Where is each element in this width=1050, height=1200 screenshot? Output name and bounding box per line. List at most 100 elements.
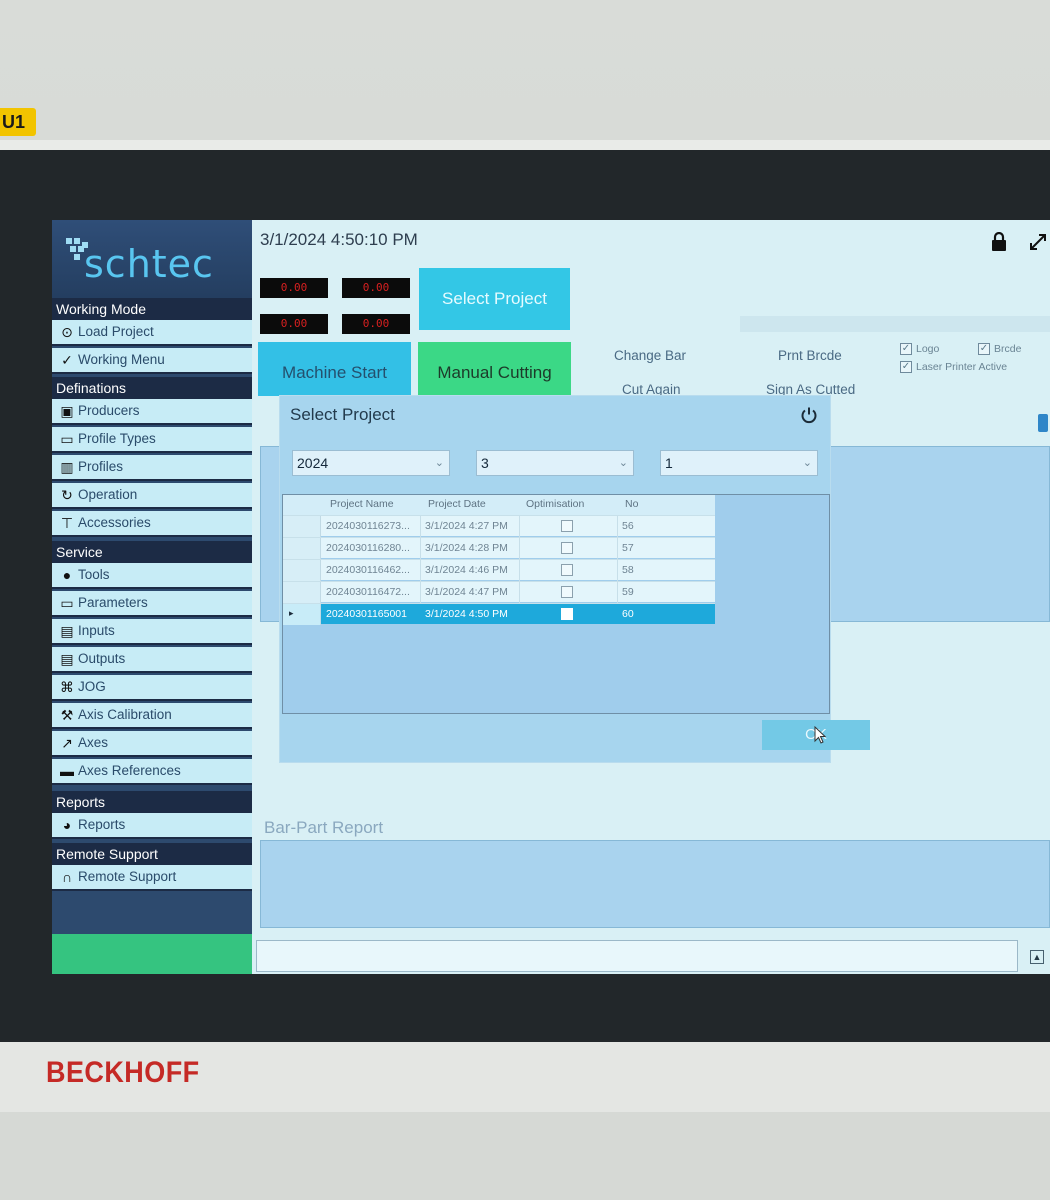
cell-project-name: 20240301165001 bbox=[326, 608, 407, 620]
sidebar: schtec Working Mode ⊙ Load Project ✓ Wor… bbox=[52, 220, 252, 974]
sidebar-item-profile-types[interactable]: ▭ Profile Types bbox=[52, 427, 252, 453]
sidebar-item-working-menu[interactable]: ✓ Working Menu bbox=[52, 348, 252, 374]
sidebar-item-label: Axes References bbox=[78, 763, 181, 778]
checkbox-box: ✓ bbox=[978, 342, 990, 355]
grid-header: Project Name Project Date Optimisation N… bbox=[283, 495, 715, 515]
optimisation-checkbox[interactable] bbox=[561, 586, 573, 598]
sidebar-item-label: Inputs bbox=[78, 623, 115, 638]
sidebar-item-label: Operation bbox=[78, 487, 138, 502]
table-row[interactable]: 2024030116462... 3/1/2024 4:46 PM 58 bbox=[283, 559, 715, 581]
list-icon: ▤ bbox=[60, 623, 74, 639]
sidebar-item-producers[interactable]: ▣ Producers bbox=[52, 399, 252, 425]
manual-cutting-button[interactable]: Manual Cutting bbox=[418, 342, 571, 396]
power-icon[interactable] bbox=[800, 406, 818, 424]
checkbox-label: Brcde bbox=[994, 342, 1022, 355]
checkbox-label: Laser Printer Active bbox=[916, 360, 1008, 373]
sidebar-item-axes-references[interactable]: ▬ Axes References bbox=[52, 759, 252, 785]
logo-checkbox[interactable]: ✓ Logo bbox=[900, 340, 939, 358]
change-bar-button[interactable]: Change Bar bbox=[614, 348, 686, 363]
optimisation-checkbox[interactable] bbox=[561, 542, 573, 554]
sidebar-item-label: Working Menu bbox=[78, 352, 165, 367]
section-working-mode: Working Mode bbox=[52, 298, 252, 320]
row-header bbox=[283, 538, 321, 559]
expand-icon[interactable] bbox=[1028, 232, 1048, 252]
counter-display: 0.00 bbox=[342, 278, 410, 298]
cell-no: 60 bbox=[622, 608, 634, 620]
table-row-selected[interactable]: ▸ 20240301165001 3/1/2024 4:50 PM 60 bbox=[283, 603, 715, 625]
device-tag: U1 bbox=[0, 108, 36, 136]
section-definations: Definations bbox=[52, 377, 252, 399]
cell-no: 56 bbox=[622, 520, 634, 532]
checkbox-box: ✓ bbox=[900, 360, 912, 373]
section-service: Service bbox=[52, 541, 252, 563]
ruler-icon: ▬ bbox=[60, 763, 74, 779]
sidebar-item-label: Axes bbox=[78, 735, 109, 750]
day-select[interactable]: 1 ⌄ bbox=[660, 450, 818, 476]
laser-printer-checkbox[interactable]: ✓ Laser Printer Active bbox=[900, 358, 1007, 376]
sidebar-item-outputs[interactable]: ▤ Outputs bbox=[52, 647, 252, 673]
sidebar-item-label: Remote Support bbox=[78, 869, 177, 884]
bar-part-report-panel bbox=[260, 840, 1050, 928]
wrench-icon: ⚒ bbox=[60, 707, 74, 723]
mouse-cursor-icon bbox=[814, 725, 828, 744]
sidebar-item-label: Axis Calibration bbox=[78, 707, 172, 722]
sidebar-item-remote-support[interactable]: ∩ Remote Support bbox=[52, 865, 252, 891]
headset-icon: ∩ bbox=[61, 869, 73, 885]
month-select-value: 3 bbox=[481, 455, 489, 471]
sidebar-item-load-project[interactable]: ⊙ Load Project bbox=[52, 320, 252, 346]
sidebar-item-tools[interactable]: ● Tools bbox=[52, 563, 252, 589]
dialog-title: Select Project bbox=[290, 405, 395, 424]
section-reports: Reports bbox=[52, 791, 252, 813]
month-select[interactable]: 3 ⌄ bbox=[476, 450, 634, 476]
row-header bbox=[283, 582, 321, 603]
chevron-down-icon: ⌄ bbox=[802, 457, 812, 469]
sidebar-item-operation[interactable]: ↻ Operation bbox=[52, 483, 252, 509]
scroll-up-button[interactable]: ▲ bbox=[1030, 950, 1044, 964]
section-remote-support: Remote Support bbox=[52, 843, 252, 865]
row-header bbox=[283, 560, 321, 581]
counter-display: 0.00 bbox=[260, 314, 328, 334]
sidebar-item-reports[interactable]: ◕ Reports bbox=[52, 813, 252, 839]
cell-project-name: 2024030116273... bbox=[326, 520, 410, 532]
table-row[interactable]: 2024030116273... 3/1/2024 4:27 PM 56 bbox=[283, 515, 715, 537]
cell-project-name: 2024030116462... bbox=[326, 564, 410, 576]
cut-again-button[interactable]: Cut Again bbox=[622, 382, 681, 397]
header-strip bbox=[740, 316, 1050, 332]
sidebar-item-inputs[interactable]: ▤ Inputs bbox=[52, 619, 252, 645]
gear-icon: ● bbox=[62, 567, 72, 583]
table-row[interactable]: 2024030116472... 3/1/2024 4:47 PM 59 bbox=[283, 581, 715, 603]
table-row[interactable]: 2024030116280... 3/1/2024 4:28 PM 57 bbox=[283, 537, 715, 559]
status-bar bbox=[256, 940, 1018, 972]
sidebar-item-accessories[interactable]: ⊤ Accessories bbox=[52, 511, 252, 537]
logo-area: schtec bbox=[52, 220, 252, 298]
select-project-dialog: Select Project 2024 ⌄ 3 ⌄ 1 ⌄ Project Name … bbox=[280, 396, 870, 762]
sidebar-item-label: Tools bbox=[78, 567, 110, 582]
machine-start-button[interactable]: Machine Start bbox=[258, 342, 411, 396]
barcode-checkbox[interactable]: ✓ Brcde bbox=[978, 340, 1021, 358]
sidebar-item-jog[interactable]: ⌘ JOG bbox=[52, 675, 252, 701]
select-project-button[interactable]: Select Project bbox=[419, 268, 570, 330]
cell-project-name: 2024030116280... bbox=[326, 542, 410, 554]
cell-no: 57 bbox=[622, 542, 634, 554]
cell-project-date: 3/1/2024 4:46 PM bbox=[425, 564, 508, 576]
window-icon: ▭ bbox=[60, 431, 74, 447]
optimisation-checkbox[interactable] bbox=[561, 520, 573, 532]
sidebar-item-profiles[interactable]: ▥ Profiles bbox=[52, 455, 252, 481]
sign-as-cutted-button[interactable]: Sign As Cutted bbox=[766, 382, 855, 397]
cell-no: 58 bbox=[622, 564, 634, 576]
lock-icon[interactable] bbox=[990, 231, 1008, 252]
sidebar-item-parameters[interactable]: ▭ Parameters bbox=[52, 591, 252, 617]
row-header bbox=[283, 516, 321, 537]
checkbox-box: ✓ bbox=[900, 342, 912, 355]
sidebar-item-axes[interactable]: ↗ Axes bbox=[52, 731, 252, 757]
cell-project-date: 3/1/2024 4:50 PM bbox=[425, 608, 508, 620]
splitter-handle[interactable] bbox=[1038, 414, 1048, 432]
print-barcode-button[interactable]: Prnt Brcde bbox=[778, 348, 842, 363]
year-select[interactable]: 2024 ⌄ bbox=[292, 450, 450, 476]
projects-grid: Project Name Project Date Optimisation N… bbox=[282, 494, 830, 714]
optimisation-checkbox[interactable] bbox=[561, 564, 573, 576]
optimisation-checkbox[interactable] bbox=[561, 608, 573, 620]
sidebar-item-axis-calibration[interactable]: ⚒ Axis Calibration bbox=[52, 703, 252, 729]
hmi-screen: schtec Working Mode ⊙ Load Project ✓ Wor… bbox=[52, 220, 1050, 974]
pie-chart-icon: ◕ bbox=[62, 817, 72, 833]
